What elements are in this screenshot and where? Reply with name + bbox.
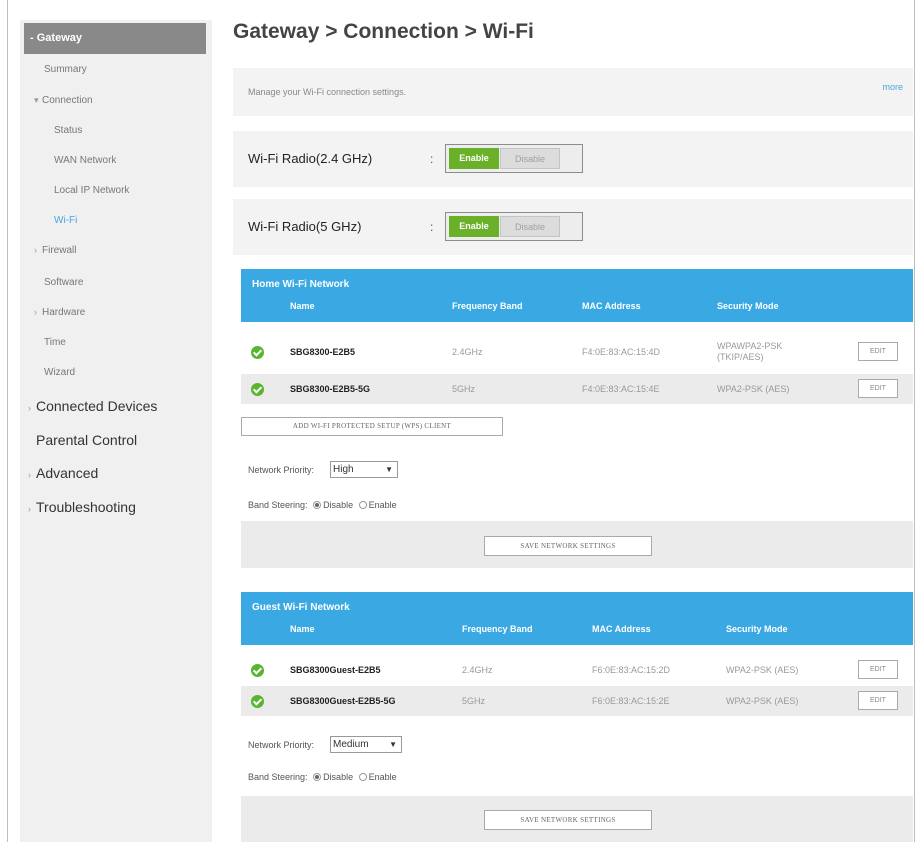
radio-5ghz-colon: :: [430, 220, 434, 234]
page-description: Manage your Wi-Fi connection settings.: [248, 87, 407, 97]
check-circle-icon: [251, 346, 264, 359]
sidebar-item-troubleshooting[interactable]: › Troubleshooting: [20, 499, 212, 515]
sidebar-item-hardware[interactable]: › Hardware: [20, 307, 212, 318]
network-priority-label: Network Priority:: [248, 465, 315, 475]
dropdown-arrow-icon: ▼: [389, 740, 397, 749]
sidebar-item-connected-devices[interactable]: › Connected Devices: [20, 398, 212, 414]
page-title: Gateway > Connection > Wi-Fi: [233, 20, 534, 43]
radio-24ghz-colon: :: [430, 152, 434, 166]
sidebar-item-wifi[interactable]: Wi-Fi: [20, 215, 212, 226]
save-area: SAVE NETWORK SETTINGS: [241, 796, 913, 842]
save-area: SAVE NETWORK SETTINGS: [241, 521, 913, 568]
edit-button[interactable]: EDIT: [858, 691, 898, 710]
save-network-settings-button[interactable]: SAVE NETWORK SETTINGS: [484, 810, 652, 830]
band-steering-row: Band Steering: Disable Enable: [248, 772, 397, 782]
radio-5ghz-panel: Wi-Fi Radio(5 GHz) : Enable Disable: [233, 199, 913, 255]
caret-right-icon: ›: [28, 470, 31, 480]
column-header-security-mode: Security Mode: [717, 301, 779, 311]
caret-right-icon: ›: [28, 504, 31, 514]
radio-24ghz-enable-button[interactable]: Enable: [449, 148, 499, 169]
check-circle-icon: [251, 695, 264, 708]
radio-24ghz-label: Wi-Fi Radio(2.4 GHz): [248, 151, 373, 166]
caret-right-icon: ›: [28, 403, 31, 413]
home-wifi-header: Home Wi-Fi Network Name Frequency Band M…: [241, 269, 913, 322]
sidebar-item-advanced[interactable]: › Advanced: [20, 465, 212, 481]
column-header-security-mode: Security Mode: [726, 624, 788, 634]
add-wps-client-button[interactable]: ADD WI-FI PROTECTED SETUP (WPS) CLIENT: [241, 417, 503, 436]
caret-right-icon: ›: [34, 245, 37, 255]
network-priority-select[interactable]: High ▼: [330, 461, 398, 478]
sidebar-nav: - Gateway Summary ▾ Connection Status WAN…: [20, 20, 212, 842]
table-row: SBG8300Guest-E2B5 2.4GHz F6:0E:83:AC:15:…: [241, 655, 913, 685]
caret-right-icon: ›: [34, 307, 37, 317]
band-steering-row: Band Steering: Disable Enable: [248, 500, 397, 510]
radio-5ghz-enable-button[interactable]: Enable: [449, 216, 499, 237]
column-header-name: Name: [290, 301, 315, 311]
dropdown-arrow-icon: ▼: [385, 465, 393, 474]
edit-button[interactable]: EDIT: [858, 660, 898, 679]
band-steering-enable-radio[interactable]: [358, 773, 367, 781]
radio-24ghz-disable-button[interactable]: Disable: [500, 148, 560, 169]
sidebar-item-status[interactable]: Status: [20, 125, 212, 136]
column-header-frequency-band: Frequency Band: [452, 301, 523, 311]
radio-5ghz-toggle: Enable Disable: [445, 212, 583, 241]
column-header-frequency-band: Frequency Band: [462, 624, 533, 634]
network-priority-select[interactable]: Medium ▼: [330, 736, 402, 753]
sidebar-item-connection[interactable]: ▾ Connection: [20, 95, 212, 106]
column-header-name: Name: [290, 624, 315, 634]
sidebar-item-wan-network[interactable]: WAN Network: [20, 155, 212, 166]
radio-24ghz-panel: Wi-Fi Radio(2.4 GHz) : Enable Disable: [233, 131, 913, 187]
sidebar-item-firewall[interactable]: › Firewall: [20, 245, 212, 256]
caret-down-icon: -: [30, 32, 37, 44]
sidebar-item-software[interactable]: Software: [20, 277, 212, 288]
edit-button[interactable]: EDIT: [858, 379, 898, 398]
sidebar-item-local-ip-network[interactable]: Local IP Network: [20, 185, 212, 196]
radio-24ghz-toggle: Enable Disable: [445, 144, 583, 173]
table-row: SBG8300-E2B5 2.4GHz F4:0E:83:AC:15:4D WP…: [241, 337, 913, 367]
table-row: SBG8300-E2B5-5G 5GHz F4:0E:83:AC:15:4E W…: [241, 374, 913, 404]
network-priority-label: Network Priority:: [248, 740, 315, 750]
column-header-mac-address: MAC Address: [592, 624, 651, 634]
main-content: Gateway > Connection > Wi-Fi Manage your…: [233, 0, 913, 842]
sidebar-item-summary[interactable]: Summary: [20, 64, 212, 75]
more-link[interactable]: more: [882, 82, 903, 92]
description-panel: Manage your Wi-Fi connection settings. m…: [233, 68, 913, 116]
home-wifi-title: Home Wi-Fi Network: [252, 279, 350, 290]
save-network-settings-button[interactable]: SAVE NETWORK SETTINGS: [484, 536, 652, 556]
sidebar-item-gateway[interactable]: - Gateway: [24, 23, 206, 54]
sidebar-item-wizard[interactable]: Wizard: [20, 367, 212, 378]
radio-5ghz-disable-button[interactable]: Disable: [500, 216, 560, 237]
edit-button[interactable]: EDIT: [858, 342, 898, 361]
table-row: SBG8300Guest-E2B5-5G 5GHz F6:0E:83:AC:15…: [241, 686, 913, 716]
sidebar-item-time[interactable]: Time: [20, 337, 212, 348]
check-circle-icon: [251, 664, 264, 677]
guest-wifi-title: Guest Wi-Fi Network: [252, 602, 350, 613]
band-steering-disable-radio[interactable]: [313, 773, 322, 781]
band-steering-disable-radio[interactable]: [313, 501, 322, 509]
check-circle-icon: [251, 383, 264, 396]
guest-wifi-header: Guest Wi-Fi Network Name Frequency Band …: [241, 592, 913, 645]
caret-down-icon: ▾: [34, 95, 39, 105]
column-header-mac-address: MAC Address: [582, 301, 641, 311]
sidebar-item-parental-control[interactable]: Parental Control: [20, 432, 212, 448]
radio-5ghz-label: Wi-Fi Radio(5 GHz): [248, 219, 362, 234]
band-steering-enable-radio[interactable]: [358, 501, 367, 509]
